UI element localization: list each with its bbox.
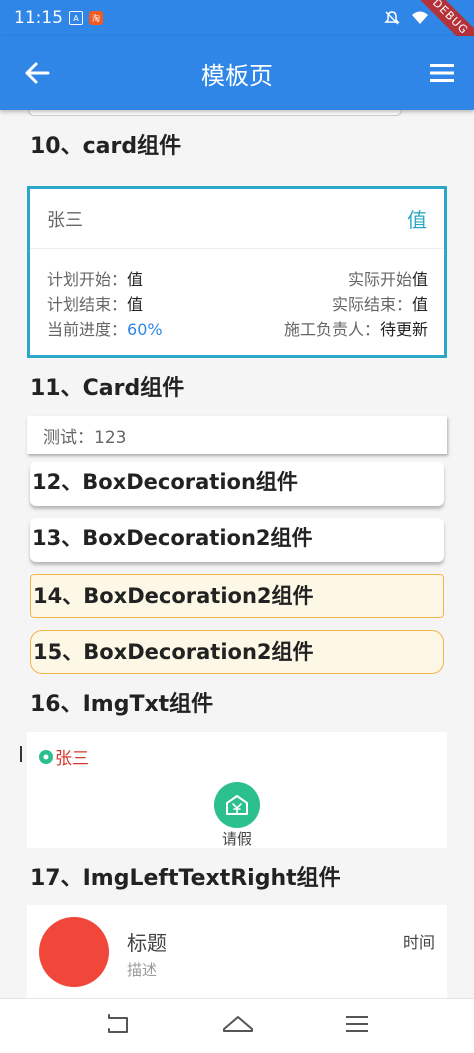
imgtxt-user: 张三 — [39, 744, 89, 769]
plan-end-label: 计划结束： — [47, 295, 128, 314]
section-title-15: 15、BoxDecoration2组件 — [33, 640, 314, 664]
section-title-16: 16、ImgTxt组件 — [30, 692, 214, 717]
plan-start-value: 值 — [127, 270, 144, 289]
actual-start-value: 值 — [411, 270, 428, 289]
yen-house-icon — [226, 795, 248, 815]
nav-back-icon[interactable] — [105, 1013, 131, 1035]
owner-label: 施工负责人： — [283, 320, 380, 339]
card-name: 张三 — [47, 209, 83, 231]
test-card-text: 测试：123 — [43, 427, 127, 448]
img-left-text-right-item[interactable]: 标题 描述 时间 — [27, 905, 447, 998]
section-title-11: 11、Card组件 — [30, 376, 185, 401]
actual-end-label: 实际结束： — [331, 295, 412, 314]
user-dot-icon — [39, 749, 53, 764]
nav-recents-icon[interactable] — [344, 1013, 370, 1035]
card-row-end: 计划结束： 值 实际结束： 值 — [47, 292, 428, 317]
card-header: 张三 值 — [30, 189, 444, 249]
box-decoration-12[interactable]: 12、BoxDecoration组件 — [30, 462, 444, 506]
text-cursor — [20, 746, 22, 762]
section-title-14: 14、BoxDecoration2组件 — [33, 584, 314, 608]
nav-home-icon[interactable] — [222, 1013, 254, 1035]
progress-label: 当前进度： — [47, 320, 128, 339]
box-decoration-15[interactable]: 15、BoxDecoration2组件 — [30, 630, 444, 674]
progress-value: 60% — [127, 320, 163, 339]
leave-button[interactable] — [214, 782, 260, 828]
section-title-10: 10、card组件 — [30, 134, 182, 159]
notification-icon: A — [69, 11, 83, 25]
imgtxt-name: 张三 — [55, 749, 89, 769]
section-title-12: 12、BoxDecoration组件 — [32, 470, 298, 494]
back-arrow-icon[interactable] — [22, 58, 52, 88]
imgtxt-panel: 张三 请假 — [27, 732, 447, 848]
box-decoration-13[interactable]: 13、BoxDecoration2组件 — [30, 518, 444, 562]
box-decoration-14[interactable]: 14、BoxDecoration2组件 — [30, 574, 444, 618]
plan-end-value: 值 — [127, 295, 144, 314]
plan-start-label: 计划开始： — [47, 270, 128, 289]
item-title: 标题 — [127, 931, 167, 955]
card-value: 值 — [407, 208, 427, 232]
item-time: 时间 — [402, 933, 435, 952]
section-title-17: 17、ImgLeftTextRight组件 — [30, 866, 341, 891]
mute-icon — [384, 11, 400, 25]
app-bar: 模板页 — [0, 36, 474, 110]
item-avatar — [39, 917, 109, 987]
actual-end-value: 值 — [411, 295, 428, 314]
previous-card-edge — [28, 110, 402, 116]
info-card[interactable]: 张三 值 计划开始： 值 实际开始 值 计划结束： 值 实际结束： 值 当前进度… — [27, 186, 447, 358]
actual-start-label: 实际开始 — [347, 270, 412, 289]
item-desc: 描述 — [127, 961, 158, 979]
leave-label: 请假 — [221, 830, 252, 848]
system-nav-bar — [0, 998, 474, 1053]
status-time: 11:15 — [14, 8, 63, 28]
status-bar: 11:15 A 淘 DEBUG — [0, 0, 474, 59]
section-title-13: 13、BoxDecoration2组件 — [32, 526, 313, 550]
card-row-progress: 当前进度： 60% 施工负责人： 待更新 — [47, 317, 428, 342]
wifi-icon — [412, 11, 428, 24]
owner-value: 待更新 — [379, 320, 428, 339]
app-notification-icon: 淘 — [89, 11, 103, 25]
test-card[interactable]: 测试：123 — [27, 416, 447, 454]
scroll-content[interactable]: 10、card组件 张三 值 计划开始： 值 实际开始 值 计划结束： 值 实际… — [0, 110, 474, 998]
card-row-start: 计划开始： 值 实际开始 值 — [47, 267, 428, 292]
page-title: 模板页 — [201, 61, 273, 90]
card-body: 计划开始： 值 实际开始 值 计划结束： 值 实际结束： 值 当前进度： 60%… — [30, 249, 444, 342]
menu-icon[interactable] — [428, 61, 456, 85]
